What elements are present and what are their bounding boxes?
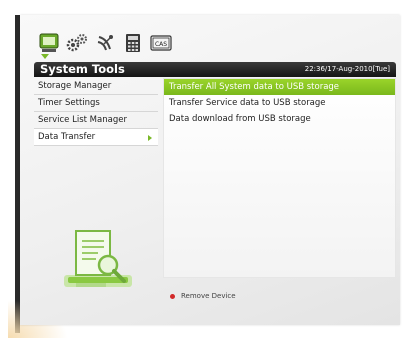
settings-gears-icon[interactable] — [66, 32, 88, 54]
menu-item-data-transfer[interactable]: Data Transfer — [34, 129, 158, 146]
cas-icon[interactable]: CAS — [150, 32, 172, 54]
menu-item-storage-manager[interactable]: Storage Manager — [34, 78, 158, 95]
calculator-icon[interactable] — [122, 32, 144, 54]
menu-item-timer-settings[interactable]: Timer Settings — [34, 95, 158, 112]
option-label: Data download from USB storage — [169, 114, 311, 124]
cas-icon-label: CAS — [155, 41, 167, 48]
usb-transfer-illustration — [62, 225, 142, 293]
option-transfer-service-data[interactable]: Transfer Service data to USB storage — [164, 95, 395, 111]
red-key-icon — [170, 293, 175, 299]
menu-item-label: Service List Manager — [38, 115, 127, 125]
clock-readout: 22:36/17-Aug-2010[Tue] — [304, 65, 390, 73]
system-tools-icon[interactable] — [38, 32, 60, 54]
option-label: Transfer All System data to USB storage — [169, 82, 340, 92]
submenu-arrow-icon — [148, 135, 152, 141]
title-bar: System Tools 22:36/17-Aug-2010[Tue] — [34, 62, 396, 77]
menu-item-label: Timer Settings — [38, 98, 100, 108]
satellite-icon[interactable] — [94, 32, 116, 54]
active-icon-marker — [41, 54, 49, 59]
page-title: System Tools — [40, 62, 125, 76]
menu-item-service-list-manager[interactable]: Service List Manager — [34, 112, 158, 129]
left-menu: Storage Manager Timer Settings Service L… — [34, 78, 158, 146]
top-icon-bar: CAS — [38, 30, 172, 54]
options-panel: Transfer All System data to USB storage … — [163, 78, 396, 278]
menu-item-label: Storage Manager — [38, 81, 112, 91]
option-label: Transfer Service data to USB storage — [169, 98, 326, 108]
option-transfer-all-system-data[interactable]: Transfer All System data to USB storage — [164, 79, 395, 95]
option-data-download[interactable]: Data download from USB storage — [164, 111, 395, 127]
remove-device-hint: Remove Device — [170, 290, 236, 302]
menu-item-label: Data Transfer — [38, 132, 96, 142]
remove-device-label: Remove Device — [181, 292, 236, 300]
